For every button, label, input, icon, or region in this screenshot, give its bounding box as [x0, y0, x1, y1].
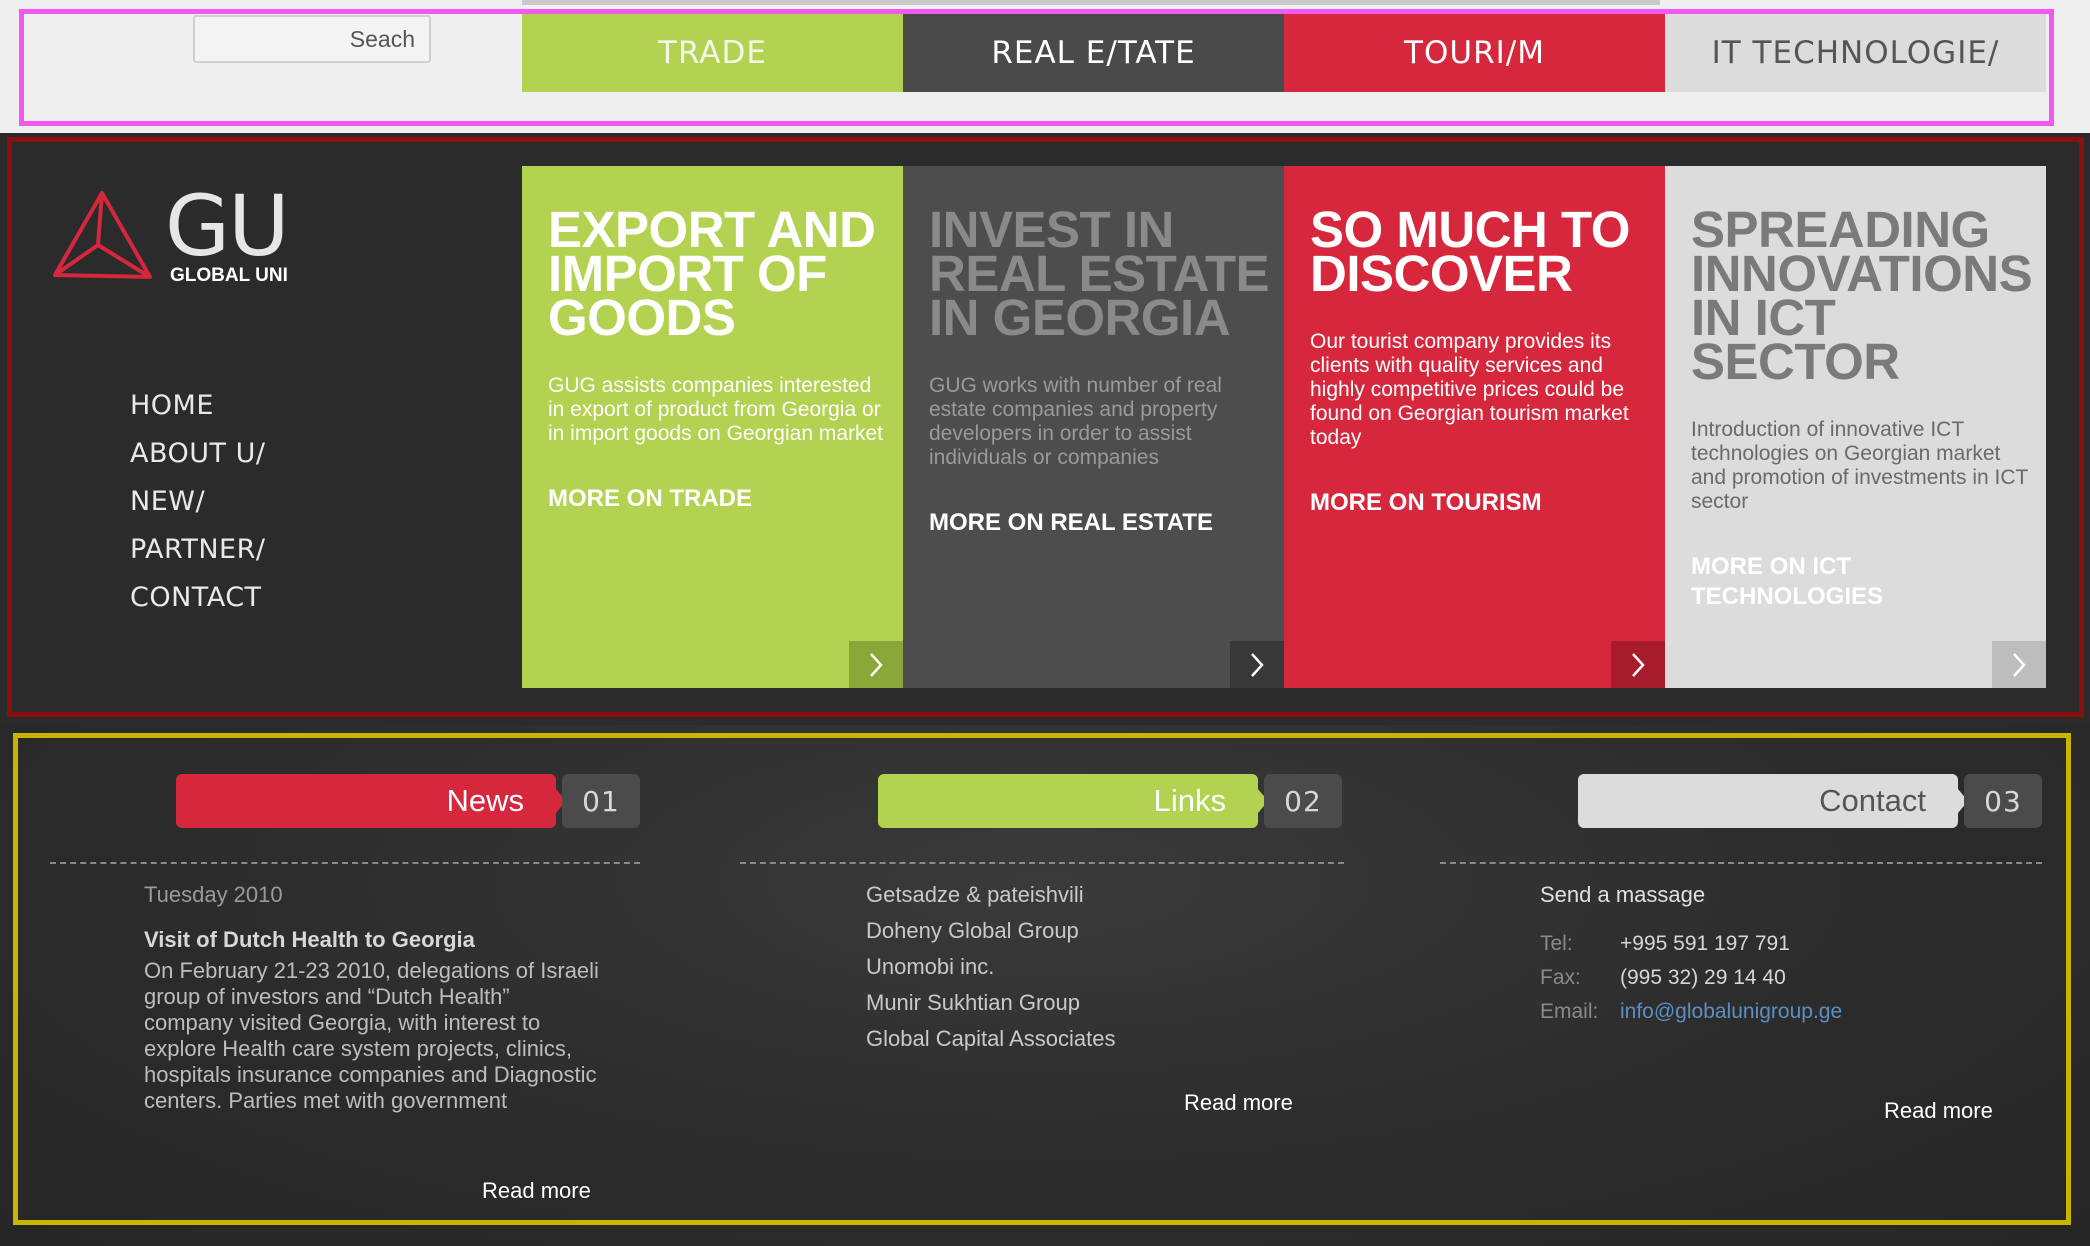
search-input[interactable]	[195, 17, 429, 61]
panel-arrow-button[interactable]	[1611, 641, 1665, 688]
top-nav-divider	[522, 0, 1660, 5]
contact-email-label: Email:	[1540, 1000, 1599, 1023]
search-box	[193, 15, 431, 63]
panel-title: SO MUCH TO DISCOVER	[1310, 201, 1630, 302]
divider-links	[740, 862, 1344, 864]
chevron-right-icon	[870, 652, 883, 677]
panel-real-estate: INVEST IN REAL ESTATE IN GEORGIA GUG wor…	[903, 166, 1284, 688]
top-nav-tab-it-technologies[interactable]: IT TECHNOLOGIE/	[1665, 13, 2046, 92]
panel-description: Introduction of innovative ICT technolog…	[1691, 418, 2028, 513]
top-nav-tab-label: IT TECHNOLOGIE/	[1711, 34, 2000, 71]
contact-fax-label: Fax:	[1540, 966, 1581, 989]
main-nav-partners[interactable]: PARTNER/	[130, 534, 265, 565]
link-item[interactable]: Getsadze & pateishvili	[866, 882, 1084, 908]
chevron-right-icon	[2013, 652, 2026, 677]
section-number-links: 02	[1264, 774, 1342, 828]
news-headline[interactable]: Visit of Dutch Health to Georgia	[144, 927, 475, 953]
link-item[interactable]: Global Capital Associates	[866, 1026, 1115, 1052]
panel-arrow-button[interactable]	[1230, 641, 1284, 688]
panel-description: GUG works with number of real estate com…	[929, 374, 1222, 469]
panel-trade: EXPORT AND IMPORT OF GOODS GUG assists c…	[522, 166, 903, 688]
main-nav-contact[interactable]: CONTACT	[130, 582, 262, 613]
top-nav-tab-trade[interactable]: TRADE	[522, 13, 903, 92]
link-item[interactable]: Doheny Global Group	[866, 918, 1079, 944]
main-nav-about-us[interactable]: ABOUT U/	[130, 438, 265, 469]
contact-email-link[interactable]: info@globalunigroup.ge	[1620, 1000, 1842, 1024]
section-tab-contact[interactable]: Contact	[1578, 774, 1958, 828]
panel-description: GUG assists companies interested in expo…	[548, 374, 884, 445]
section-tab-label: Links	[1153, 783, 1226, 818]
section-number-contact: 03	[1964, 774, 2042, 828]
section-tab-news[interactable]: News	[176, 774, 556, 828]
section-tab-links[interactable]: Links	[878, 774, 1258, 828]
panel-more-link[interactable]: MORE ON REAL ESTATE	[929, 508, 1270, 538]
panel-tourism: SO MUCH TO DISCOVER Our tourist company …	[1284, 166, 1665, 688]
news-body: On February 21-23 2010, delegations of I…	[144, 958, 599, 1113]
logo-subtitle: GLOBAL UNI	[170, 265, 288, 286]
logo[interactable]: GU GLOBAL UNI	[50, 177, 310, 295]
divider-contact	[1440, 862, 2042, 864]
panel-it-technologies: SPREADING INNOVATIONS IN ICT SECTOR Intr…	[1665, 166, 2046, 688]
contact-tel-value: +995 591 197 791	[1620, 932, 1790, 955]
news-read-more-link[interactable]: Read more	[482, 1178, 591, 1204]
top-nav-tab-tourism[interactable]: TOURI/M	[1284, 13, 1665, 92]
section-number-news: 01	[562, 774, 640, 828]
chevron-right-icon	[1632, 652, 1645, 677]
top-nav-tab-label: TOURI/M	[1404, 34, 1545, 71]
contact-fax-value: (995 32) 29 14 40	[1620, 966, 1786, 989]
contact-read-more-link[interactable]: Read more	[1884, 1098, 1993, 1124]
news-date: Tuesday 2010	[144, 882, 283, 907]
panel-title: SPREADING INNOVATIONS IN ICT SECTOR	[1691, 201, 2033, 390]
main-nav-home[interactable]: HOME	[130, 390, 214, 421]
divider-news	[50, 862, 640, 864]
contact-tel-label: Tel:	[1540, 932, 1573, 955]
panel-arrow-button[interactable]	[849, 641, 903, 688]
chevron-right-icon	[1251, 652, 1264, 677]
panel-title: EXPORT AND IMPORT OF GOODS	[548, 201, 876, 346]
logo-title: GU	[165, 177, 290, 275]
panel-description: Our tourist company provides its clients…	[1310, 330, 1629, 449]
panel-more-link[interactable]: MORE ON TRADE	[548, 484, 889, 514]
logo-triangle-icon	[53, 191, 152, 279]
panel-more-link[interactable]: MORE ON ICT TECHNOLOGIES	[1691, 552, 2032, 612]
section-tab-label: News	[446, 783, 524, 818]
contact-heading[interactable]: Send a massage	[1540, 882, 1705, 908]
main-nav-news[interactable]: NEW/	[130, 486, 205, 517]
panel-arrow-button[interactable]	[1992, 641, 2046, 688]
top-nav-tab-label: TRADE	[658, 34, 767, 71]
links-read-more-link[interactable]: Read more	[1184, 1090, 1293, 1116]
link-item[interactable]: Unomobi inc.	[866, 954, 994, 980]
panel-title: INVEST IN REAL ESTATE IN GEORGIA	[929, 201, 1270, 346]
top-bar: TRADE REAL E/TATE TOURI/M IT TECHNOLOGIE…	[0, 0, 2090, 133]
top-nav-tab-label: REAL E/TATE	[991, 34, 1196, 71]
link-item[interactable]: Munir Sukhtian Group	[866, 990, 1080, 1016]
top-nav-tab-real-estate[interactable]: REAL E/TATE	[903, 13, 1284, 92]
panel-more-link[interactable]: MORE ON TOURISM	[1310, 488, 1651, 518]
section-tab-label: Contact	[1819, 783, 1926, 818]
